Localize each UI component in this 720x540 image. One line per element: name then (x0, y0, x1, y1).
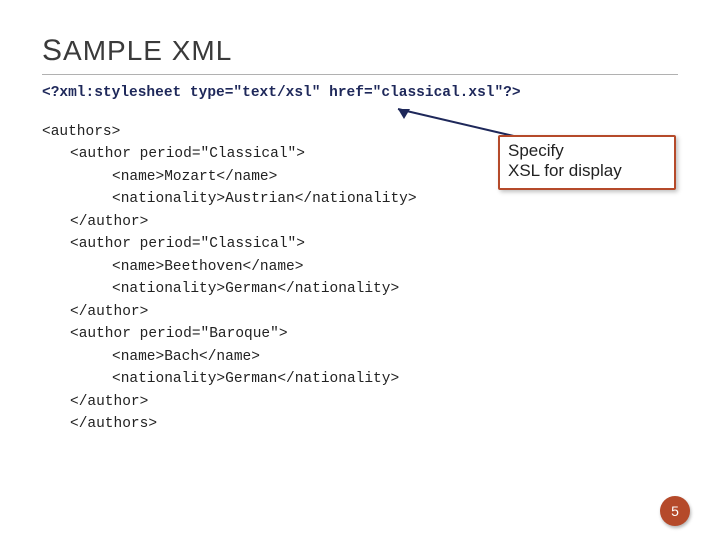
xml-line: <name>Bach</name> (42, 346, 678, 368)
xml-line: </authors> (42, 413, 678, 435)
xml-line: <nationality>German</nationality> (42, 278, 678, 300)
xml-line: </author> (42, 391, 678, 413)
title-word2: XML (163, 35, 232, 66)
callout-line2: XSL for display (508, 161, 666, 181)
page-number: 5 (671, 503, 679, 519)
xml-line: <author period="Classical"> (42, 233, 678, 255)
title-word1: AMPLE (63, 35, 163, 66)
slide-title: SAMPLE XML (42, 34, 678, 68)
xml-line: <nationality>German</nationality> (42, 368, 678, 390)
title-underline (42, 74, 678, 75)
xml-line: </author> (42, 211, 678, 233)
callout-line1: Specify (508, 141, 666, 161)
xml-line: </author> (42, 301, 678, 323)
title-first-cap: S (42, 34, 63, 67)
slide: SAMPLE XML <?xml:stylesheet type="text/x… (0, 0, 720, 540)
callout-box: Specify XSL for display (498, 135, 676, 190)
xml-line: <nationality>Austrian</nationality> (42, 188, 678, 210)
xml-line: <author period="Baroque"> (42, 323, 678, 345)
xml-line: <name>Beethoven</name> (42, 256, 678, 278)
page-number-badge: 5 (660, 496, 690, 526)
xml-processing-instruction: <?xml:stylesheet type="text/xsl" href="c… (42, 85, 678, 101)
